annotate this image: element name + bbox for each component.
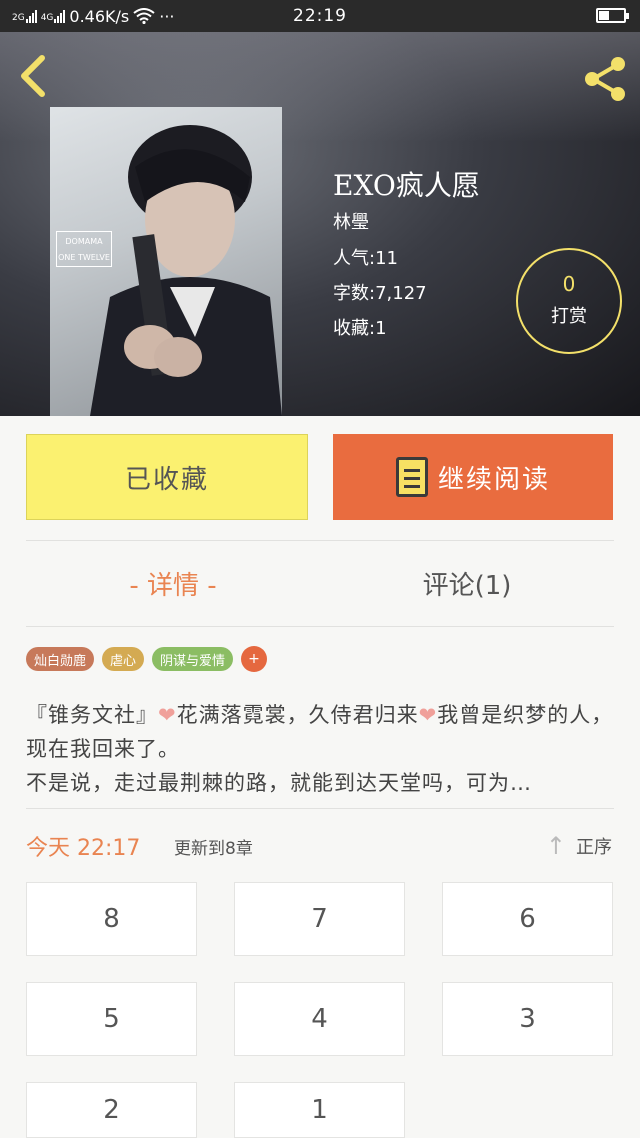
status-bar: 2G 4G 0.46K/s ··· 22:19: [0, 0, 640, 32]
update-time: 今天 22:17: [26, 836, 141, 861]
chapter-button[interactable]: 3: [442, 982, 613, 1056]
cover-tag: DOMAMA ONE TWELVE: [56, 231, 112, 267]
book-word-count: 字数:7,127: [333, 283, 427, 304]
chapter-button[interactable]: 6: [442, 882, 613, 956]
divider: [26, 540, 614, 541]
tag-list: 灿白勋鹿 虐心 阴谋与爱情 +: [26, 646, 268, 672]
reward-button[interactable]: 0 打赏: [516, 248, 622, 354]
book-author[interactable]: 林璺: [333, 208, 369, 234]
chapter-button[interactable]: 2: [26, 1082, 197, 1138]
chapter-button[interactable]: 5: [26, 982, 197, 1056]
arrow-up-icon: ↑: [545, 832, 566, 860]
book-popularity: 人气:11: [333, 248, 398, 269]
sort-order-button[interactable]: ↑ 正序: [546, 832, 612, 860]
continue-reading-label: 继续阅读: [437, 464, 550, 495]
tab-detail[interactable]: - 详情 -: [26, 555, 320, 611]
synopsis-text: 不是说，走过最荆棘的路，就能到达天堂吗，可为…: [26, 771, 532, 795]
collected-label: 已收藏: [124, 464, 209, 495]
tag-chip[interactable]: 灿白勋鹿: [26, 647, 95, 671]
tab-comment[interactable]: 评论(1): [320, 555, 614, 611]
update-text: 更新到8章: [174, 839, 253, 859]
collected-button[interactable]: 已收藏: [26, 434, 308, 520]
synopsis-text: 『锥务文社』: [26, 703, 158, 727]
status-time: 22:19: [293, 6, 347, 26]
reward-label: 打赏: [551, 306, 587, 327]
divider: [26, 626, 614, 627]
share-button[interactable]: [580, 54, 630, 104]
chapter-button[interactable]: 8: [26, 882, 197, 956]
book-cover[interactable]: DOMAMA ONE TWELVE: [50, 107, 282, 416]
chapter-button[interactable]: 1: [234, 1082, 405, 1138]
chapter-button[interactable]: 7: [234, 882, 405, 956]
heart-icon: ❤: [158, 703, 177, 727]
book-header: DOMAMA ONE TWELVE EXO疯人愿 林璺 人气:11 字数:7,1…: [0, 32, 640, 416]
book-title: EXO疯人愿: [333, 169, 480, 202]
share-icon: [585, 57, 625, 101]
continue-reading-button[interactable]: 继续阅读: [333, 434, 613, 520]
heart-icon: ❤: [418, 703, 438, 727]
chapter-button[interactable]: 4: [234, 982, 405, 1056]
add-tag-button[interactable]: +: [241, 646, 268, 672]
back-button[interactable]: [14, 54, 54, 98]
book-synopsis[interactable]: 『锥务文社』❤花满落霓裳，久侍君归来❤我曾是织梦的人，现在我回来了。 不是说，走…: [26, 698, 616, 800]
book-favorites: 收藏:1: [333, 318, 387, 339]
book-icon: [395, 457, 428, 497]
battery-icon: [596, 8, 629, 23]
chevron-left-icon: [21, 55, 45, 97]
tag-chip[interactable]: 虐心: [102, 647, 145, 671]
synopsis-text: 花满落霓裳，久侍君归来: [176, 703, 419, 727]
reward-count: 0: [562, 272, 576, 296]
tag-chip[interactable]: 阴谋与爱情: [152, 647, 234, 671]
divider: [26, 808, 614, 809]
sort-label: 正序: [576, 837, 612, 858]
